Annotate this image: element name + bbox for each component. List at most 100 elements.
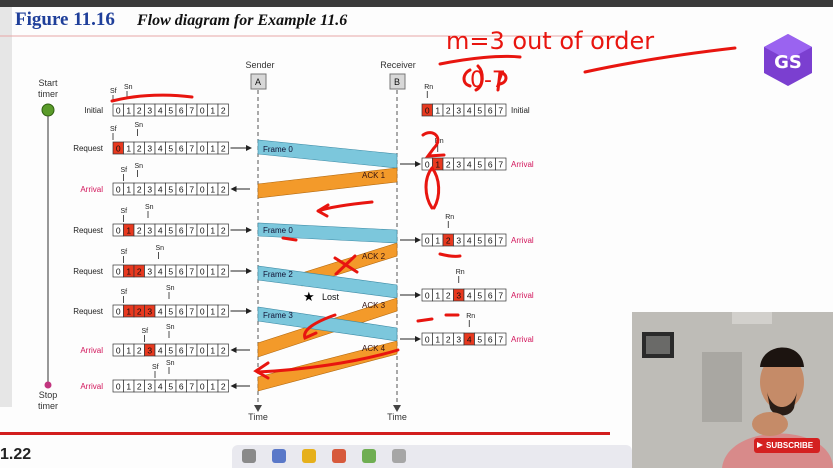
- receiver-window-digit: 2: [446, 236, 451, 246]
- sender-window-digit: 0: [116, 185, 121, 195]
- sender-window-digit: 2: [137, 382, 142, 392]
- arrow-head-icon: [230, 383, 237, 389]
- receiver-event-label: Initial: [511, 106, 530, 115]
- lost-star-icon: ★: [303, 289, 315, 304]
- marker-tool-icon[interactable]: [302, 449, 316, 463]
- rn-pointer: Rn: [466, 313, 475, 320]
- frame-2-label: Frame 2: [263, 270, 293, 279]
- receiver-window-digit: 0: [425, 335, 430, 345]
- sender-window-digit: 0: [116, 346, 121, 356]
- sender-window-digit: 5: [168, 185, 173, 195]
- sender-time-label: Time: [248, 412, 268, 422]
- receiver-window-digit: 3: [456, 335, 461, 345]
- sender-window-digit: 1: [126, 307, 131, 317]
- sender-window-digit: 1: [210, 106, 215, 116]
- ack-1-label: ACK 1: [362, 171, 386, 180]
- sf-pointer: Sf: [121, 249, 128, 256]
- receiver-label: Receiver: [380, 60, 416, 70]
- receiver-node-label: B: [394, 77, 400, 87]
- frame-0-label: Frame 0: [263, 145, 293, 154]
- sender-window-digit: 5: [168, 307, 173, 317]
- receiver-window-digit: 0: [425, 160, 430, 170]
- eraser-tool-icon[interactable]: [332, 449, 346, 463]
- sender-window-digit: 2: [221, 307, 226, 317]
- play-icon: [757, 442, 763, 448]
- sender-window-digit: 6: [179, 226, 184, 236]
- sender-window-digit: 1: [126, 226, 131, 236]
- sender-event-label: Initial: [84, 106, 103, 115]
- sender-window-digit: 3: [147, 226, 152, 236]
- subscribe-button[interactable]: SUBSCRIBE: [754, 438, 820, 453]
- receiver-window-digit: 6: [488, 236, 493, 246]
- sender-window-digit: 0: [116, 382, 121, 392]
- sender-window-digit: 5: [168, 267, 173, 277]
- sn-pointer: Sn: [156, 245, 165, 252]
- sender-window-digit: 2: [137, 267, 142, 277]
- sender-window-digit: 3: [147, 267, 152, 277]
- frame-3-label: Frame 3: [263, 311, 293, 320]
- sender-window-digit: 2: [137, 307, 142, 317]
- stop-timer-label-1: Stop: [39, 390, 58, 400]
- receiver-event-label: Arrival: [511, 236, 534, 245]
- arrow-head-icon: [246, 308, 252, 314]
- ack-2-label: ACK 2: [362, 252, 386, 261]
- receiver-window-digit: 4: [467, 236, 472, 246]
- sender-event-label: Request: [73, 144, 104, 153]
- sender-window-digit: 0: [116, 307, 121, 317]
- shape-tool-icon[interactable]: [362, 449, 376, 463]
- sender-window-digit: 1: [126, 106, 131, 116]
- sender-window-digit: 6: [179, 144, 184, 154]
- receiver-window-digit: 3: [456, 106, 461, 116]
- sender-event-label: Request: [73, 307, 104, 316]
- arrow-head-icon: [230, 347, 237, 353]
- receiver-event-label: Arrival: [511, 291, 534, 300]
- receiver-window-digit: 7: [498, 291, 503, 301]
- sender-window-digit: 5: [168, 144, 173, 154]
- sender-window-digit: 7: [189, 185, 194, 195]
- sender-window-digit: 1: [210, 185, 215, 195]
- sender-window-digit: 2: [137, 144, 142, 154]
- sender-window-digit: 3: [147, 307, 152, 317]
- sender-window-digit: 6: [179, 382, 184, 392]
- receiver-window-digit: 5: [477, 236, 482, 246]
- arrow-head-icon: [415, 292, 421, 298]
- receiver-window-digit: 7: [498, 335, 503, 345]
- receiver-time-label: Time: [387, 412, 407, 422]
- sender-window-digit: 7: [189, 382, 194, 392]
- receiver-window-digit: 1: [435, 291, 440, 301]
- sender-window-digit: 2: [221, 226, 226, 236]
- receiver-window-digit: 5: [477, 291, 482, 301]
- pen-tool-icon[interactable]: [242, 449, 256, 463]
- rn-pointer: Rn: [424, 84, 433, 91]
- sn-pointer: Sn: [145, 204, 154, 211]
- annotation-toolbar: [232, 445, 632, 468]
- sender-window-digit: 1: [210, 307, 215, 317]
- receiver-window-digit: 4: [467, 160, 472, 170]
- receiver-window-digit: 6: [488, 160, 493, 170]
- page-number: 1.22: [0, 446, 32, 463]
- ack-4-label: ACK 4: [362, 344, 386, 353]
- ack-3-label: ACK 3: [362, 301, 386, 310]
- highlighter-tool-icon[interactable]: [272, 449, 286, 463]
- receiver-window-digit: 4: [467, 106, 472, 116]
- sender-window-digit: 1: [210, 226, 215, 236]
- sf-pointer: Sf: [121, 208, 128, 215]
- svg-text:GS: GS: [774, 52, 802, 73]
- receiver-window-digit: 2: [446, 291, 451, 301]
- sender-window-digit: 0: [116, 106, 121, 116]
- undo-tool-icon[interactable]: [392, 449, 406, 463]
- sender-window-digit: 4: [158, 144, 163, 154]
- sender-window-digit: 2: [221, 106, 226, 116]
- sender-window-digit: 4: [158, 382, 163, 392]
- sender-window-digit: 1: [126, 267, 131, 277]
- sf-pointer: Sf: [121, 167, 128, 174]
- receiver-window-digit: 2: [446, 106, 451, 116]
- receiver-window-digit: 4: [467, 291, 472, 301]
- page-bottom-rule: [0, 432, 610, 435]
- sender-label: Sender: [245, 60, 274, 70]
- sender-window-digit: 6: [179, 106, 184, 116]
- receiver-window-digit: 3: [456, 236, 461, 246]
- sender-window-digit: 0: [200, 346, 205, 356]
- sender-window-digit: 0: [200, 106, 205, 116]
- sf-pointer: Sf: [110, 88, 117, 95]
